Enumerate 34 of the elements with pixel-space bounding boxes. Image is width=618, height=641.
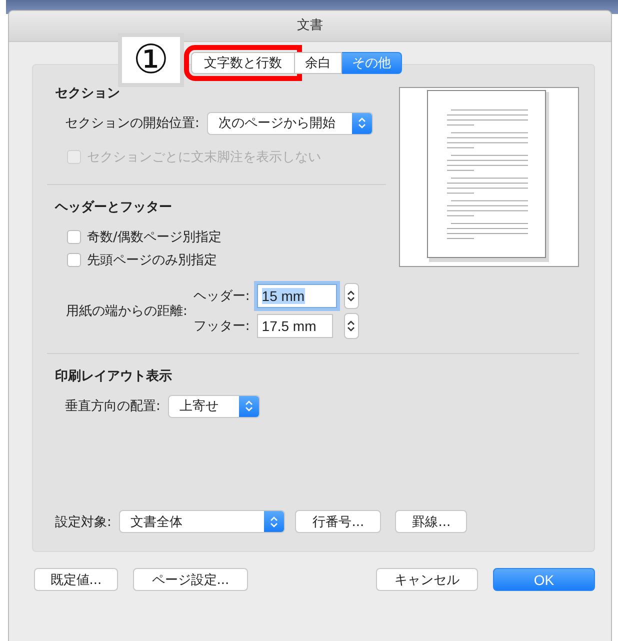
field-label: ヘッダー: [193, 288, 250, 305]
input-field[interactable]: 17.5 mm [256, 314, 333, 338]
input-field[interactable]: 15 mm [256, 284, 337, 308]
chevrons-icon [358, 117, 366, 129]
push-button[interactable]: 罫線... [395, 510, 468, 533]
push-button[interactable]: 行番号... [295, 510, 382, 533]
section-heading: 印刷レイアウト表示 [55, 368, 173, 386]
section-heading: セクション [55, 85, 121, 103]
stepper[interactable] [344, 283, 359, 309]
field-label: 用紙の端からの距離: [66, 303, 188, 320]
field-label: 設定対象: [55, 514, 112, 530]
field-label: 垂直方向の配置: [65, 398, 160, 415]
checkbox[interactable] [67, 230, 81, 244]
checkbox-label: セクションごとに文末脚注を表示しない [87, 148, 321, 166]
field-label: フッター: [193, 318, 250, 335]
field-label: セクションの開始位置: [65, 115, 200, 132]
section-heading: ヘッダーとフッター [55, 199, 173, 217]
checkbox-label: 奇数/偶数ページ別指定 [87, 228, 222, 246]
stepper[interactable] [344, 313, 359, 339]
chevrons-icon [347, 290, 356, 302]
push-button[interactable]: キャンセル [376, 568, 478, 591]
chevrons-icon [347, 320, 356, 332]
checkbox-label: 先頭ページのみ別指定 [87, 252, 217, 268]
checkbox[interactable] [67, 252, 81, 266]
popup-button[interactable]: 文書全体 [119, 510, 286, 533]
annotation-label: ① [118, 33, 184, 87]
push-button[interactable]: ページ設定... [133, 568, 248, 591]
push-button[interactable]: 既定値... [34, 568, 118, 591]
window-title: 文書 [9, 11, 611, 42]
popup-button[interactable]: 上寄せ [168, 394, 260, 418]
tab[interactable]: 余白 [295, 52, 342, 74]
popup-button[interactable]: 次のページから開始 [207, 112, 374, 134]
chevrons-icon [270, 516, 278, 528]
chevrons-icon [245, 400, 254, 412]
